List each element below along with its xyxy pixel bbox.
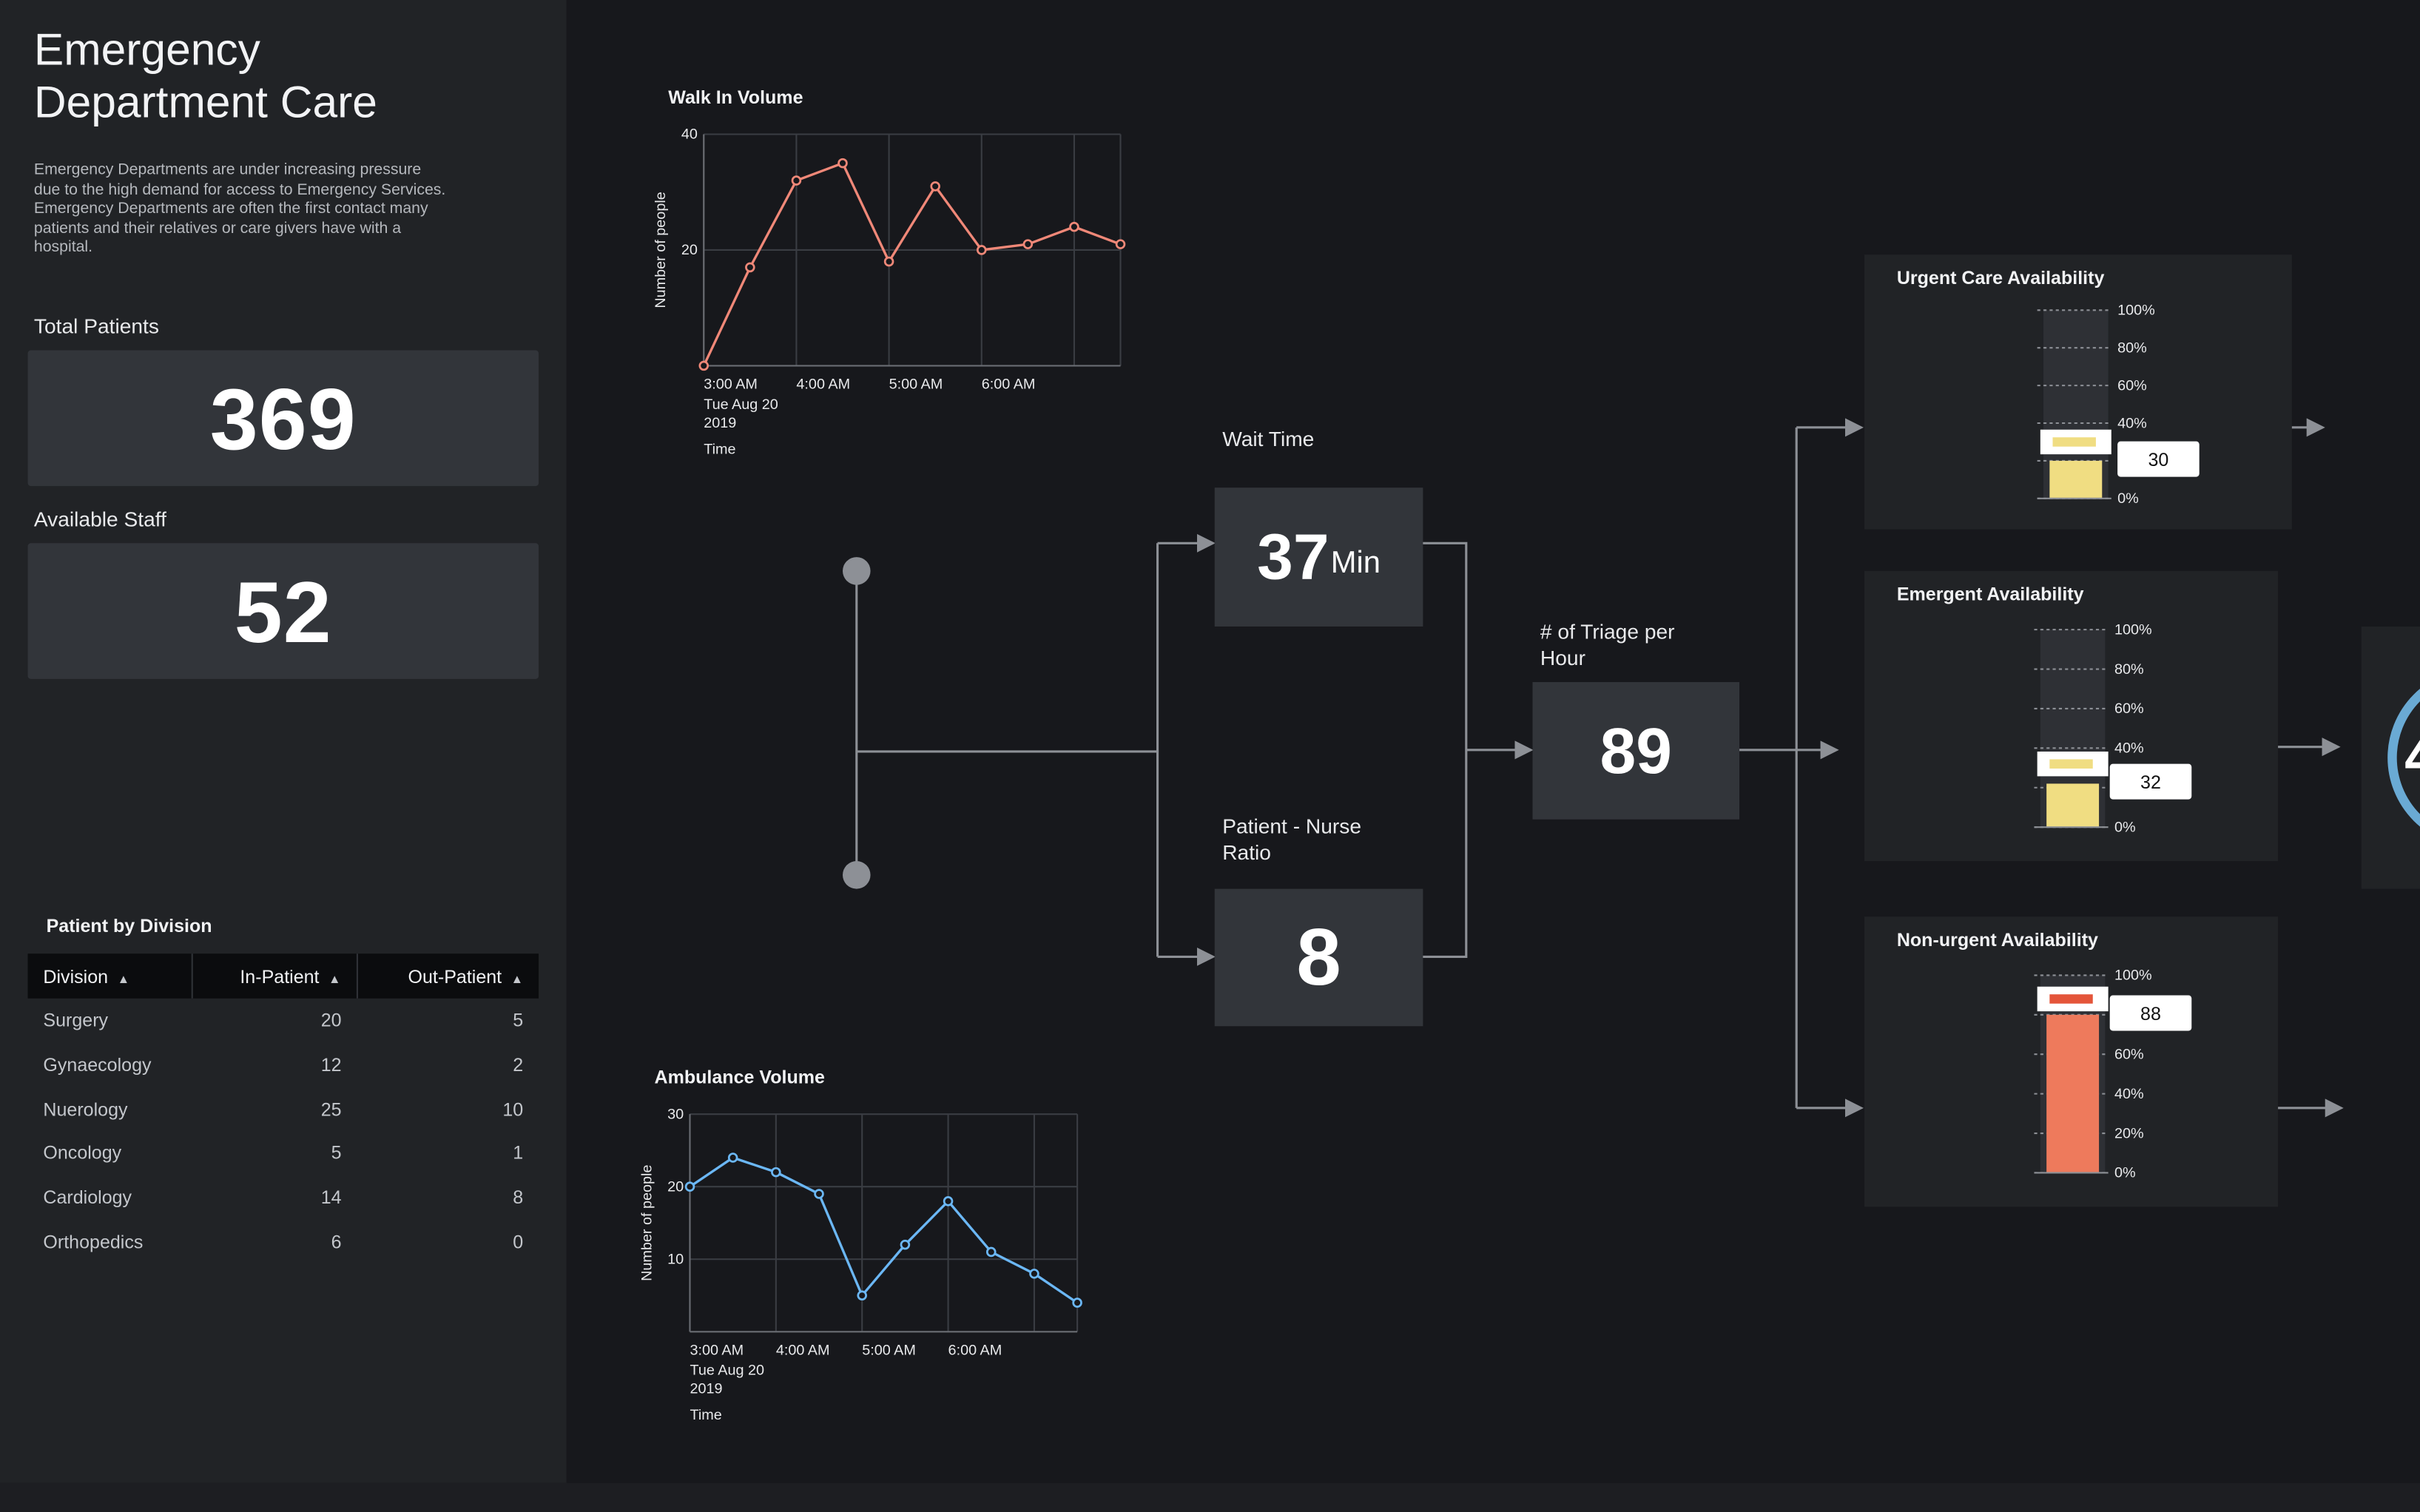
gauge-tick-label: 40% <box>2114 1086 2144 1102</box>
y-tick-label: 10 <box>667 1252 684 1268</box>
data-point <box>1115 239 1126 249</box>
gauge-marker-swatch <box>2052 437 2096 447</box>
partial-right-value: 4 <box>2404 725 2420 792</box>
source-node-bottom[interactable] <box>843 861 871 889</box>
y-axis-title: Number of people <box>638 1165 655 1281</box>
ambulance-chart-title: Ambulance Volume <box>654 1066 825 1088</box>
ambulance-volume-chart: 10 20 30 3:00 AM 4:00 AM 5:00 AM 6:00 AM Tue Au… <box>638 1106 1082 1423</box>
data-point <box>1029 1269 1039 1279</box>
non-urgent-panel: Non-urgent Availability 100%80%60%40%20%… <box>1864 917 2279 1207</box>
data-point <box>985 1246 997 1258</box>
gauge-tick-label: 80% <box>2114 661 2144 678</box>
data-point <box>976 245 987 255</box>
x-tick-sublabel: Tue Aug 20 <box>690 1363 764 1379</box>
patient-nurse-ratio-label: Patient - Nurse Ratio <box>1222 814 1362 865</box>
gauge-tick-label: 60% <box>2114 1046 2144 1062</box>
x-tick-label: 6:00 AM <box>948 1343 1002 1359</box>
source-node-top[interactable] <box>843 557 871 585</box>
data-point <box>837 158 848 169</box>
y-tick-label: 40 <box>681 126 698 143</box>
gauge-fill-bar <box>2046 1014 2100 1173</box>
y-tick-label: 20 <box>681 242 698 258</box>
data-point <box>745 262 755 273</box>
data-point <box>791 175 802 186</box>
x-tick-label: 5:00 AM <box>862 1343 916 1359</box>
x-tick-sublabel: Tue Aug 20 <box>704 396 778 413</box>
x-tick-label: 3:00 AM <box>704 377 758 393</box>
x-tick-label: 4:00 AM <box>796 377 850 393</box>
data-point <box>684 1181 695 1192</box>
non-urgent-title: Non-urgent Availability <box>1896 928 2098 951</box>
emergent-gauge: 100%80%60%40%20%0% <box>2034 621 2152 835</box>
triage-value: 89 <box>1600 713 1672 786</box>
gauge-tick-label: 80% <box>2117 340 2147 356</box>
x-axis-title: Time <box>704 441 735 457</box>
data-point <box>698 360 710 371</box>
wait-time-label: Wait Time <box>1222 427 1315 451</box>
gauge-marker-swatch <box>2049 759 2093 769</box>
gauge-tick-label: 100% <box>2114 621 2152 638</box>
series-line <box>702 161 1122 367</box>
y-tick-label: 20 <box>667 1178 684 1195</box>
gauge-tick-label: 100% <box>2114 968 2152 984</box>
emergent-title: Emergent Availability <box>1896 583 2084 605</box>
data-point <box>814 1189 824 1199</box>
data-point <box>943 1196 954 1206</box>
triage-card[interactable]: 89 <box>1532 682 1740 820</box>
data-point <box>727 1152 738 1163</box>
walk-in-volume-chart: 20 40 3:00 AM 4:00 AM 5:00 AM 6:00 AM Tue Aug … <box>653 126 1126 457</box>
non-urgent-value: 88 <box>2109 995 2192 1031</box>
merge-line <box>1421 541 1468 958</box>
data-point <box>1069 221 1079 232</box>
data-point <box>857 1290 867 1301</box>
gauge-fill-bar <box>2046 783 2100 828</box>
gauge-tick-label: 0% <box>2117 490 2139 507</box>
gauge-tick-label: 100% <box>2117 303 2155 319</box>
emergent-value: 32 <box>2109 763 2192 800</box>
gauge-fill-bar <box>2049 460 2103 499</box>
x-tick-sublabel: 2019 <box>704 415 736 431</box>
wait-time-card[interactable]: 37 Min <box>1214 487 1423 627</box>
urgent-care-panel: Urgent Care Availability 100%80%60%40%20… <box>1864 254 2292 530</box>
partial-right-panel: 4 <box>2361 626 2420 889</box>
data-point <box>930 181 940 192</box>
gauge-tick-label: 60% <box>2114 701 2144 717</box>
data-point <box>771 1167 781 1178</box>
gauge-marker-swatch <box>2049 994 2093 1004</box>
x-axis-title: Time <box>690 1407 721 1423</box>
gauge-tick-label: 40% <box>2117 415 2147 431</box>
urgent-care-gauge: 100%80%60%40%20%0% <box>2037 303 2155 507</box>
series-line <box>689 1156 1079 1304</box>
x-tick-label: 3:00 AM <box>690 1343 744 1359</box>
y-tick-label: 30 <box>667 1106 684 1122</box>
gauge-tick-label: 0% <box>2114 819 2136 835</box>
data-point <box>883 256 894 267</box>
gauge-tick-label: 60% <box>2117 377 2147 394</box>
x-tick-label: 5:00 AM <box>889 377 943 393</box>
wait-time-value: 37 <box>1257 520 1329 593</box>
data-point <box>900 1239 911 1250</box>
gauge-tick-label: 0% <box>2114 1165 2136 1181</box>
data-point <box>1022 239 1034 249</box>
gauge-tick-label: 20% <box>2114 1125 2144 1141</box>
x-tick-label: 6:00 AM <box>982 377 1036 393</box>
walk-in-chart-title: Walk In Volume <box>668 86 803 109</box>
patient-nurse-ratio-value: 8 <box>1296 912 1341 1002</box>
data-point <box>1072 1297 1082 1308</box>
patient-nurse-ratio-card[interactable]: 8 <box>1214 888 1423 1027</box>
emergent-panel: Emergent Availability 100%80%60%40%20%0%… <box>1864 570 2279 862</box>
wait-time-unit: Min <box>1330 545 1381 580</box>
urgent-care-title: Urgent Care Availability <box>1896 266 2105 289</box>
urgent-care-value: 30 <box>2117 441 2200 477</box>
gauge-tick-label: 40% <box>2114 740 2144 757</box>
x-tick-label: 4:00 AM <box>776 1343 830 1359</box>
triage-label: # of Triage per Hour <box>1540 620 1675 670</box>
y-axis-title: Number of people <box>653 192 669 308</box>
x-tick-sublabel: 2019 <box>690 1381 722 1397</box>
